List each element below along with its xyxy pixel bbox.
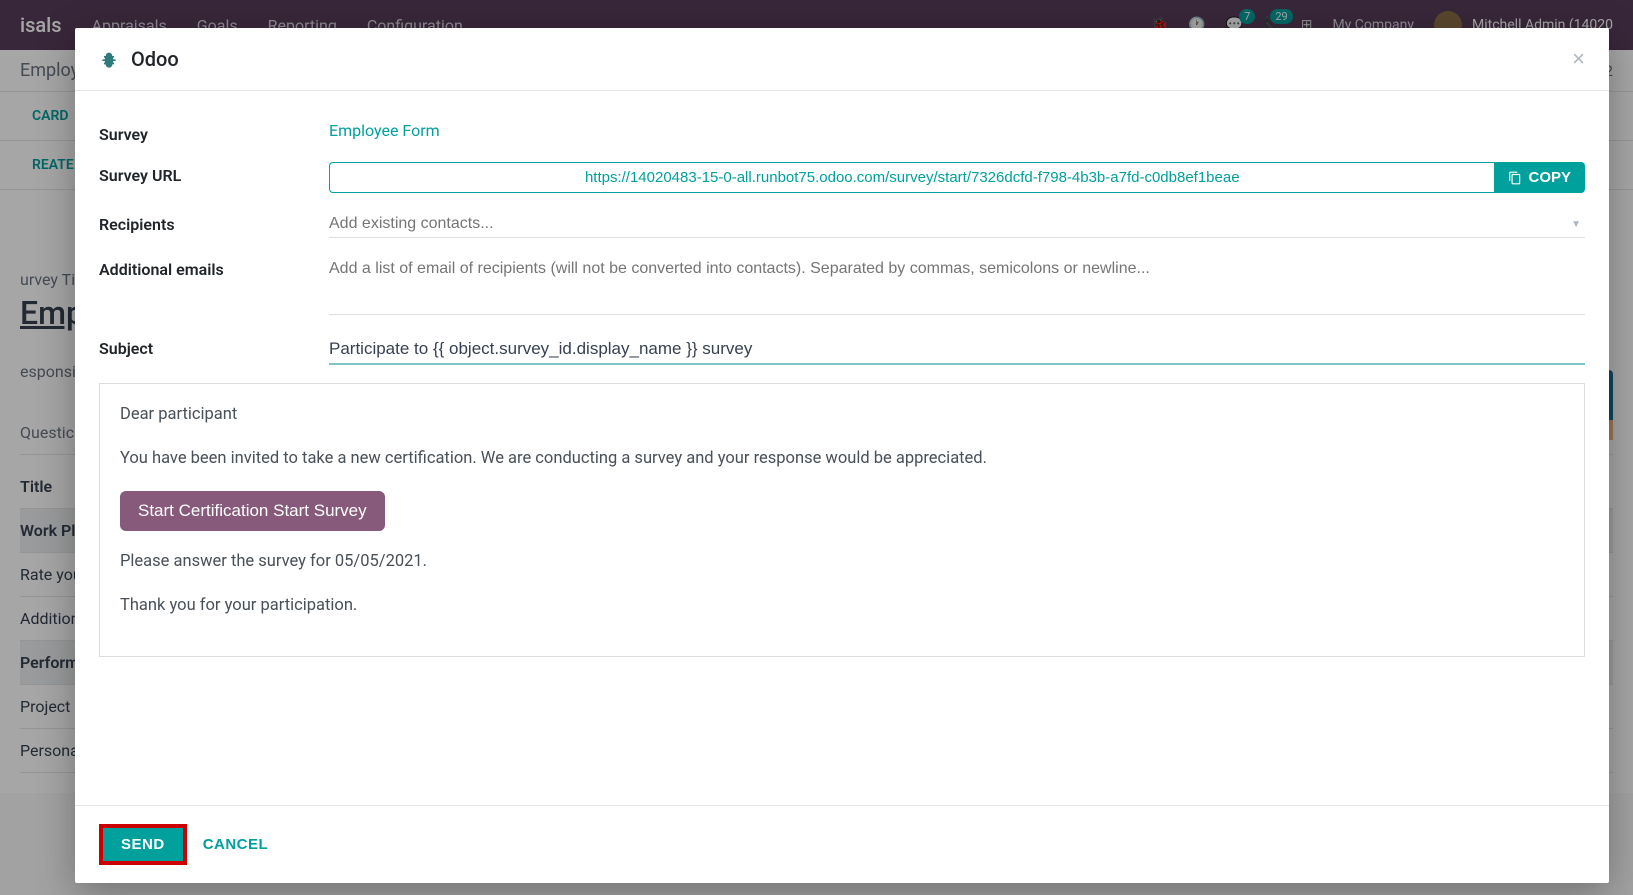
copy-button[interactable]: COPY — [1494, 162, 1585, 193]
modal-header: Odoo × — [75, 28, 1609, 91]
close-button[interactable]: × — [1572, 46, 1585, 72]
subject-label: Subject — [99, 335, 329, 358]
emails-label: Additional emails — [99, 256, 329, 279]
url-input[interactable] — [329, 162, 1494, 193]
email-line1: You have been invited to take a new cert… — [120, 446, 1564, 472]
modal-footer: SEND CANCEL — [75, 805, 1609, 883]
share-survey-modal: Odoo × Survey Employee Form Survey URL C… — [75, 28, 1609, 883]
chevron-down-icon[interactable]: ▼ — [1571, 219, 1581, 230]
emails-input[interactable] — [329, 256, 1585, 315]
recipients-label: Recipients — [99, 211, 329, 234]
survey-link[interactable]: Employee Form — [329, 121, 1585, 140]
survey-label: Survey — [99, 121, 329, 144]
bug-icon — [99, 47, 119, 71]
subject-input[interactable] — [329, 335, 1585, 365]
start-certification-button[interactable]: Start Certification Start Survey — [120, 491, 385, 531]
recipients-input[interactable] — [329, 211, 1585, 238]
email-greeting: Dear participant — [120, 402, 1564, 428]
email-body-editor[interactable]: Dear participant You have been invited t… — [99, 383, 1585, 657]
email-line3: Thank you for your participation. — [120, 593, 1564, 619]
modal-title: Odoo — [131, 47, 179, 71]
copy-icon — [1508, 171, 1522, 185]
cancel-button[interactable]: CANCEL — [203, 836, 269, 853]
send-button[interactable]: SEND — [99, 824, 187, 865]
modal-body: Survey Employee Form Survey URL COPY Rec… — [75, 91, 1609, 805]
email-line2: Please answer the survey for 05/05/2021. — [120, 549, 1564, 575]
url-label: Survey URL — [99, 162, 329, 185]
